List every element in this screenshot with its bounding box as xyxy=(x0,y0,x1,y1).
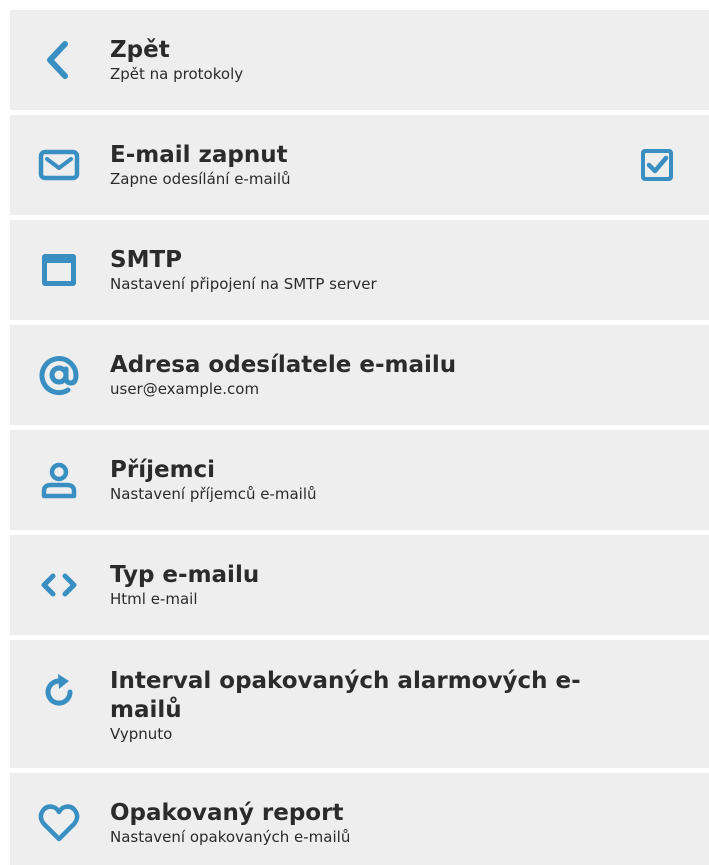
row-title: Opakovaný report xyxy=(110,800,344,826)
back-row[interactable]: Zpět Zpět na protokoly xyxy=(10,10,709,110)
row-title: Příjemci xyxy=(110,457,216,483)
row-title: Adresa odesílatele e-mailu xyxy=(110,352,457,378)
email-enabled-row[interactable]: E-mail zapnut Zapne odesílání e-mailů xyxy=(10,115,709,215)
recipients-row[interactable]: Příjemci Nastavení příjemců e-mailů xyxy=(10,430,709,530)
heart-icon xyxy=(38,802,80,844)
user-icon xyxy=(38,459,80,501)
code-icon xyxy=(38,564,80,606)
smtp-row[interactable]: SMTP Nastavení připojení na SMTP server xyxy=(10,220,709,320)
row-subtitle: Zapne odesílání e-mailů xyxy=(110,170,291,188)
row-subtitle: Zpět na protokoly xyxy=(110,65,244,83)
repeated-report-row[interactable]: Opakovaný report Nastavení opakovaných e… xyxy=(10,773,709,865)
email-enabled-checkbox[interactable] xyxy=(639,147,675,183)
row-title: Typ e-mailu xyxy=(110,562,260,588)
email-type-row[interactable]: Typ e-mailu Html e-mail xyxy=(10,535,709,635)
chevron-left-icon xyxy=(38,39,80,81)
row-title: Zpět xyxy=(110,37,170,63)
row-subtitle: Nastavení opakovaných e-mailů xyxy=(110,828,351,846)
row-title: SMTP xyxy=(110,247,182,273)
row-title: E-mail zapnut xyxy=(110,142,288,168)
alarm-interval-row[interactable]: Interval opakovaných alarmových e-mailů … xyxy=(10,640,709,768)
row-subtitle: Nastavení příjemců e-mailů xyxy=(110,485,317,503)
row-subtitle: Html e-mail xyxy=(110,590,198,608)
row-subtitle: Vypnuto xyxy=(110,725,173,743)
sender-address-row[interactable]: Adresa odesílatele e-mailu user@example.… xyxy=(10,325,709,425)
at-sign-icon xyxy=(38,354,80,396)
row-subtitle: Nastavení připojení na SMTP server xyxy=(110,275,377,293)
envelope-icon xyxy=(38,144,80,186)
row-subtitle: user@example.com xyxy=(110,380,260,398)
window-icon xyxy=(38,249,80,291)
refresh-icon xyxy=(38,670,80,712)
row-title: Interval opakovaných alarmových e-mailů xyxy=(110,668,581,723)
